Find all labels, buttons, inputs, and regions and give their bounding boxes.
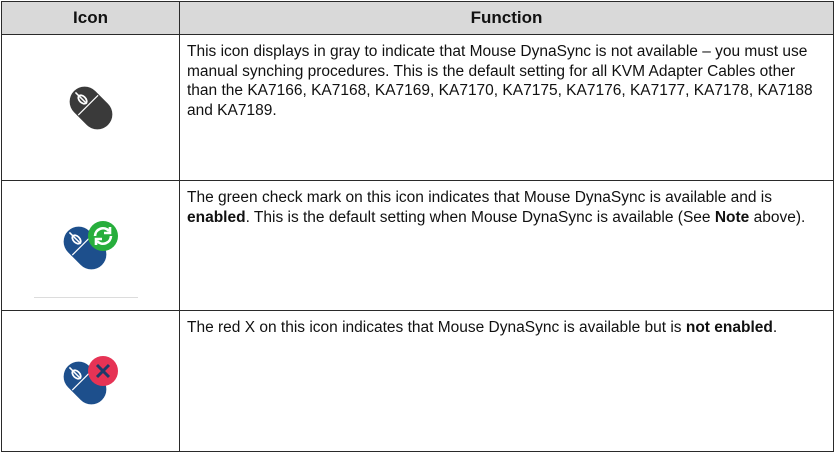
header-icon: Icon [1, 1, 180, 35]
table-header-row: Icon Function [1, 1, 834, 35]
icon-function-table: Icon Function This icon displays in gray… [1, 1, 834, 452]
text-run: above). [749, 208, 806, 226]
function-text: This icon displays in gray to indicate t… [179, 34, 834, 181]
function-text: The red X on this icon indicates that Mo… [179, 310, 834, 452]
icon-cell [1, 310, 180, 452]
text-run: The red X on this icon indicates that Mo… [187, 319, 686, 336]
bold-term: enabled [187, 208, 246, 226]
header-function: Function [179, 1, 834, 35]
icon-cell [1, 34, 180, 181]
text-run: This icon displays in gray to indicate t… [187, 43, 813, 119]
icon-underline-divider [34, 297, 138, 298]
mouse-gray-icon [2, 78, 179, 138]
table-row: The red X on this icon indicates that Mo… [1, 310, 834, 452]
table-row: The green check mark on this icon indica… [1, 180, 834, 311]
text-run: . [772, 319, 778, 336]
bold-term: not enabled [685, 319, 773, 336]
mouse-dynasync-enabled-icon [2, 214, 179, 278]
table-row: This icon displays in gray to indicate t… [1, 34, 834, 181]
bold-term: Note [714, 208, 750, 226]
icon-cell [1, 180, 180, 311]
text-run: . This is the default setting when Mouse… [245, 208, 715, 226]
function-text: The green check mark on this icon indica… [179, 180, 834, 311]
mouse-dynasync-disabled-icon [2, 349, 179, 413]
text-run: The green check mark on this icon indica… [187, 189, 772, 206]
